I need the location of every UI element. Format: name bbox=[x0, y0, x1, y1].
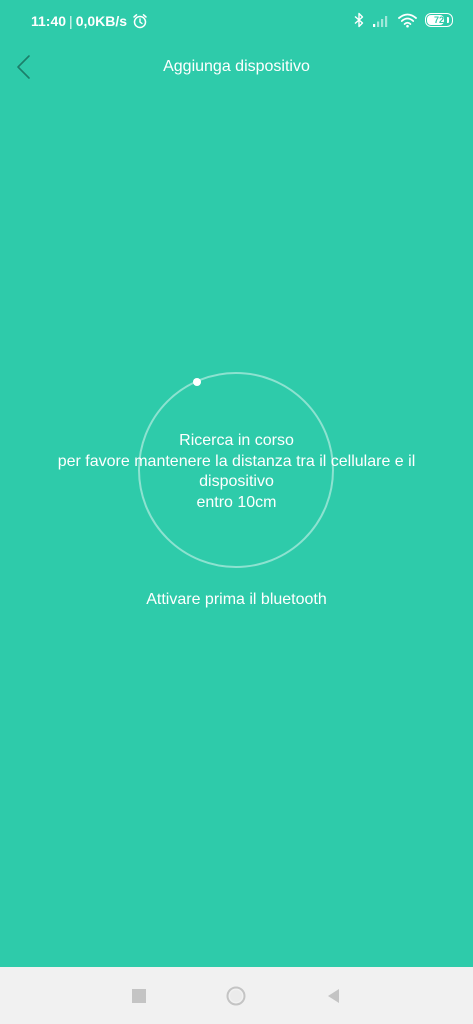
scan-instruction-line: dispositivo bbox=[199, 473, 274, 490]
page-title: Aggiunga dispositivo bbox=[163, 58, 310, 75]
scan-progress-dot bbox=[193, 378, 201, 386]
recent-apps-icon bbox=[132, 989, 146, 1003]
status-bar: 11:40 | 0,0KB/s 72 bbox=[0, 0, 473, 44]
home-icon bbox=[226, 986, 246, 1006]
scan-message: Ricerca in corso per favore mantenere la… bbox=[0, 431, 473, 513]
scan-distance-line: entro 10cm bbox=[196, 493, 277, 511]
battery-icon: 72 bbox=[425, 13, 453, 27]
scan-status-line: Ricerca in corso bbox=[179, 432, 294, 449]
bluetooth-icon bbox=[354, 12, 364, 28]
bluetooth-hint: Attivare prima il bluetooth bbox=[146, 591, 327, 608]
battery-level: 72 bbox=[433, 14, 444, 25]
status-net-speed: 0,0KB/s bbox=[75, 13, 128, 29]
status-time: 11:40 bbox=[31, 13, 67, 29]
scan-instruction-line: per favore mantenere la distanza tra il … bbox=[57, 452, 416, 470]
home-button[interactable] bbox=[225, 985, 247, 1007]
wifi-icon bbox=[398, 13, 417, 27]
status-right: 72 bbox=[354, 12, 453, 28]
battery-indicator: 72 bbox=[425, 13, 453, 27]
back-triangle-icon bbox=[328, 989, 339, 1003]
signal-icon bbox=[373, 16, 388, 27]
status-left: 11:40 | 0,0KB/s bbox=[31, 13, 148, 29]
nav-back-button[interactable] bbox=[323, 985, 345, 1007]
alarm-icon bbox=[133, 14, 147, 29]
add-device-screen: 11:40 | 0,0KB/s 72 Aggiunga dispositivo … bbox=[0, 0, 473, 967]
recent-apps-button[interactable] bbox=[128, 985, 150, 1007]
status-separator: | bbox=[69, 13, 73, 29]
navigation-bar bbox=[0, 967, 473, 1024]
